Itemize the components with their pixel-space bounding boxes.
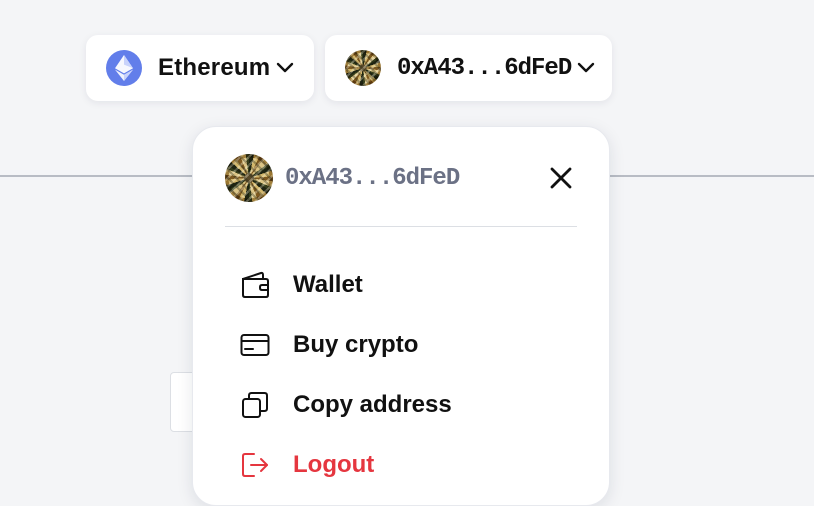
dropdown-header: 0xA43...6dFeD <box>225 154 577 202</box>
close-icon <box>550 167 572 189</box>
menu-item-buy-crypto[interactable]: Buy crypto <box>239 315 579 375</box>
network-label: Ethereum <box>158 54 271 81</box>
menu-item-label: Buy crypto <box>293 331 419 358</box>
wallet-icon <box>239 269 271 301</box>
account-dropdown-menu: 0xA43...6dFeD Wallet Buy crypto Copy add… <box>192 126 610 506</box>
menu-item-label: Copy address <box>293 391 452 418</box>
dropdown-address: 0xA43...6dFeD <box>285 164 460 192</box>
close-button[interactable] <box>545 162 577 194</box>
avatar <box>225 154 273 202</box>
menu-item-wallet[interactable]: Wallet <box>239 255 579 315</box>
network-selector-button[interactable]: Ethereum <box>86 35 314 101</box>
ethereum-icon <box>106 50 142 86</box>
account-menu: Wallet Buy crypto Copy address Logout <box>239 255 579 495</box>
account-selector-button[interactable]: 0xA43...6dFeD <box>325 35 612 101</box>
avatar <box>345 50 381 86</box>
menu-item-label: Logout <box>293 451 375 478</box>
menu-item-label: Wallet <box>293 271 363 298</box>
menu-item-logout[interactable]: Logout <box>239 435 579 495</box>
account-address: 0xA43...6dFeD <box>397 54 572 82</box>
logout-icon <box>239 449 271 481</box>
chevron-down-icon <box>577 62 595 74</box>
menu-item-copy-address[interactable]: Copy address <box>239 375 579 435</box>
dropdown-divider <box>225 226 577 227</box>
chevron-down-icon <box>276 62 294 74</box>
copy-icon <box>239 389 271 421</box>
credit-card-icon <box>239 329 271 361</box>
